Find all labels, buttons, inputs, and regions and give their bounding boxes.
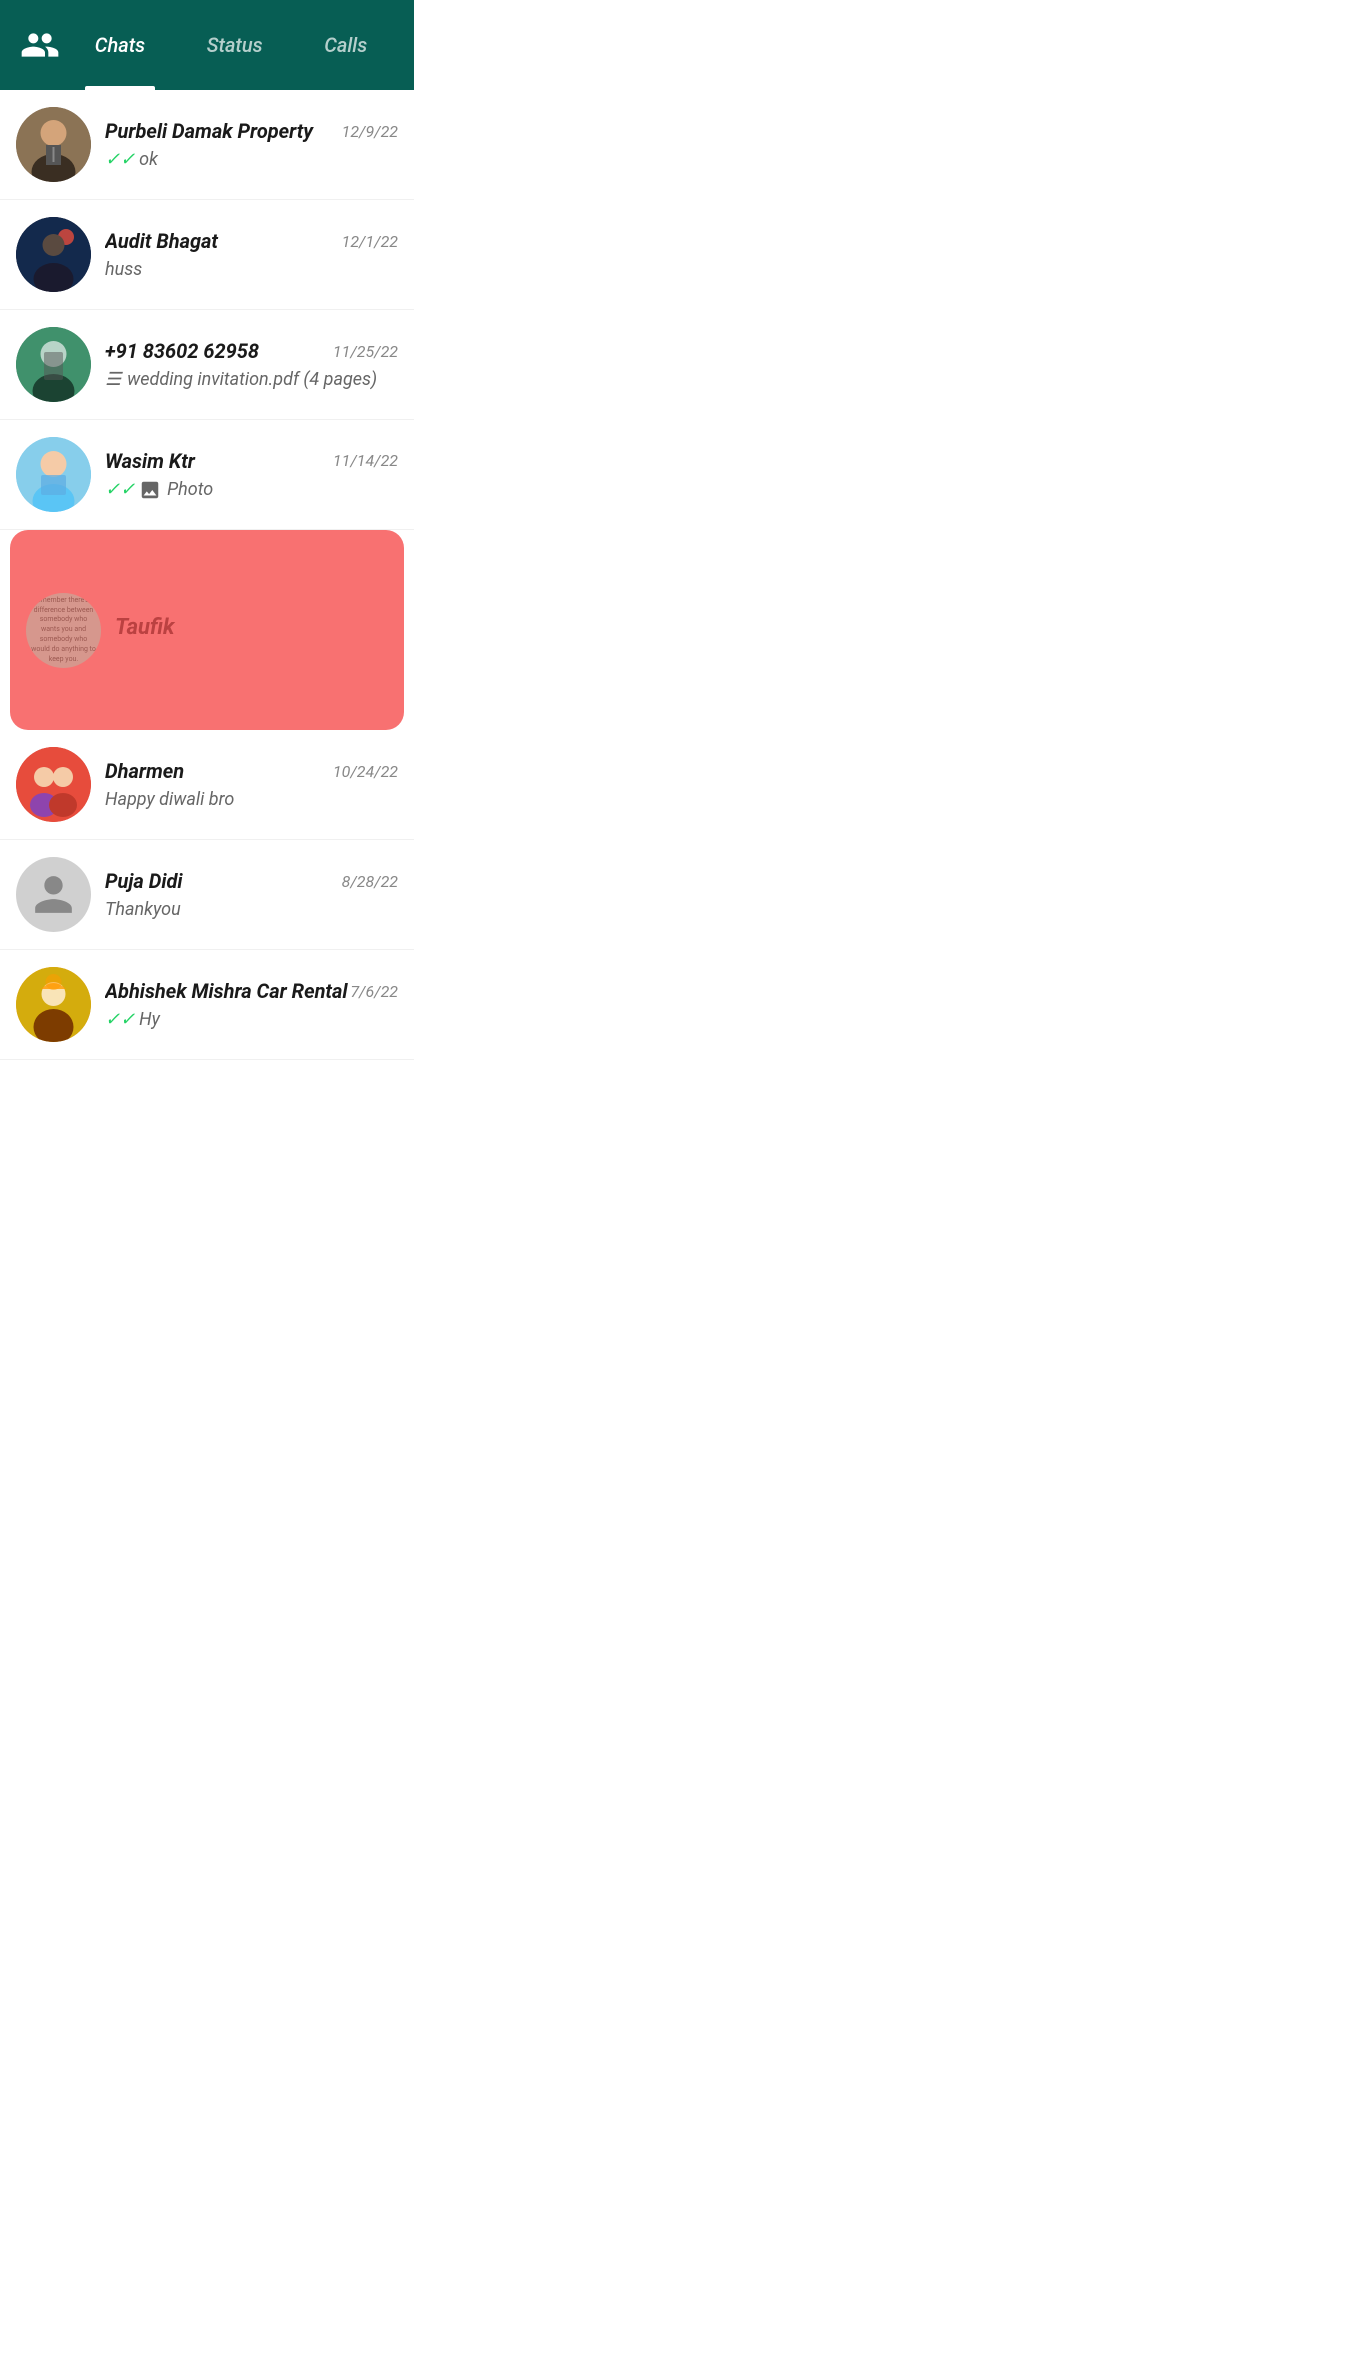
chat-date: 11/25/22 — [333, 342, 398, 361]
chat-content: +91 83602 62958 11/25/22 ☰ wedding invit… — [105, 339, 398, 390]
avatar — [16, 437, 91, 512]
chat-preview: Thankyou — [105, 899, 398, 920]
chat-preview: ✓✓ Hy — [105, 1009, 398, 1030]
quote-text: Remember there's a difference between so… — [26, 593, 101, 668]
chat-date: 12/1/22 — [342, 232, 398, 251]
avatar — [16, 747, 91, 822]
contact-name: Puja Didi — [105, 869, 183, 893]
chat-content: Abhishek Mishra Car Rental 7/6/22 ✓✓ Hy — [105, 979, 398, 1030]
avatar — [16, 327, 91, 402]
preview-text: Thankyou — [105, 899, 181, 920]
list-item[interactable]: Remember there's a difference between so… — [10, 530, 404, 730]
list-item[interactable]: Abhishek Mishra Car Rental 7/6/22 ✓✓ Hy — [0, 950, 414, 1060]
chat-date: 12/9/22 — [342, 122, 398, 141]
preview-text: huss — [105, 259, 142, 280]
contact-name: Wasim Ktr — [105, 449, 195, 473]
preview-text: Happy diwali bro — [105, 789, 234, 810]
chat-preview: huss — [105, 259, 398, 280]
avatar — [16, 857, 91, 932]
chat-preview: Happy diwali bro — [105, 789, 398, 810]
chat-header-row: Taufik — [115, 615, 388, 640]
double-tick-icon: ✓✓ — [105, 479, 135, 500]
chat-preview: ✓✓ Photo — [105, 479, 398, 501]
contact-name: Dharmen — [105, 759, 184, 783]
list-item[interactable]: Audit Bhagat 12/1/22 huss — [0, 200, 414, 310]
contact-name: Audit Bhagat — [105, 229, 218, 253]
list-item[interactable]: Wasim Ktr 11/14/22 ✓✓ Photo — [0, 420, 414, 530]
people-icon — [16, 21, 64, 69]
avatar — [16, 967, 91, 1042]
preview-text: Photo — [167, 479, 213, 500]
document-icon: ☰ — [105, 369, 121, 390]
chat-content: Puja Didi 8/28/22 Thankyou — [105, 869, 398, 920]
contact-name: Taufik — [115, 615, 174, 640]
header: Chats Status Calls — [0, 0, 414, 90]
contact-name: Purbeli Damak Property — [105, 119, 313, 143]
tab-status[interactable]: Status — [197, 0, 273, 90]
chat-list: Purbeli Damak Property 12/9/22 ✓✓ ok Aud… — [0, 90, 414, 1060]
chat-content: Dharmen 10/24/22 Happy diwali bro — [105, 759, 398, 810]
chat-header-row: Abhishek Mishra Car Rental 7/6/22 — [105, 979, 398, 1003]
list-item[interactable]: Purbeli Damak Property 12/9/22 ✓✓ ok — [0, 90, 414, 200]
chat-date: 7/6/22 — [350, 982, 398, 1001]
double-tick-icon: ✓✓ — [105, 1009, 135, 1030]
chat-date: 8/28/22 — [342, 872, 398, 891]
list-item[interactable]: Puja Didi 8/28/22 Thankyou — [0, 840, 414, 950]
double-tick-icon: ✓✓ — [105, 149, 135, 170]
photo-icon — [139, 479, 161, 501]
chat-date: 11/14/22 — [333, 451, 398, 470]
chat-date: 10/24/22 — [333, 762, 398, 781]
preview-text: ok — [139, 149, 158, 170]
chat-header-row: Puja Didi 8/28/22 — [105, 869, 398, 893]
chat-preview: ☰ wedding invitation.pdf (4 pages) — [105, 369, 398, 390]
preview-text: Hy — [139, 1009, 160, 1030]
chat-header-row: Dharmen 10/24/22 — [105, 759, 398, 783]
chat-content: Wasim Ktr 11/14/22 ✓✓ Photo — [105, 449, 398, 501]
chat-content: Taufik — [115, 615, 388, 646]
contact-name: +91 83602 62958 — [105, 339, 259, 363]
chat-content: Audit Bhagat 12/1/22 huss — [105, 229, 398, 280]
contact-name: Abhishek Mishra Car Rental — [105, 979, 348, 1003]
avatar — [16, 107, 91, 182]
chat-header-row: +91 83602 62958 11/25/22 — [105, 339, 398, 363]
chat-header-row: Purbeli Damak Property 12/9/22 — [105, 119, 398, 143]
chat-header-row: Audit Bhagat 12/1/22 — [105, 229, 398, 253]
tab-calls[interactable]: Calls — [314, 0, 377, 90]
nav-tabs: Chats Status Calls — [64, 0, 398, 90]
preview-text: wedding invitation.pdf (4 pages) — [127, 369, 377, 390]
avatar: Remember there's a difference between so… — [26, 593, 101, 668]
chat-preview: ✓✓ ok — [105, 149, 398, 170]
avatar — [16, 217, 91, 292]
chat-content: Purbeli Damak Property 12/9/22 ✓✓ ok — [105, 119, 398, 170]
tab-chats[interactable]: Chats — [85, 0, 155, 90]
chat-header-row: Wasim Ktr 11/14/22 — [105, 449, 398, 473]
list-item[interactable]: Dharmen 10/24/22 Happy diwali bro — [0, 730, 414, 840]
list-item[interactable]: +91 83602 62958 11/25/22 ☰ wedding invit… — [0, 310, 414, 420]
